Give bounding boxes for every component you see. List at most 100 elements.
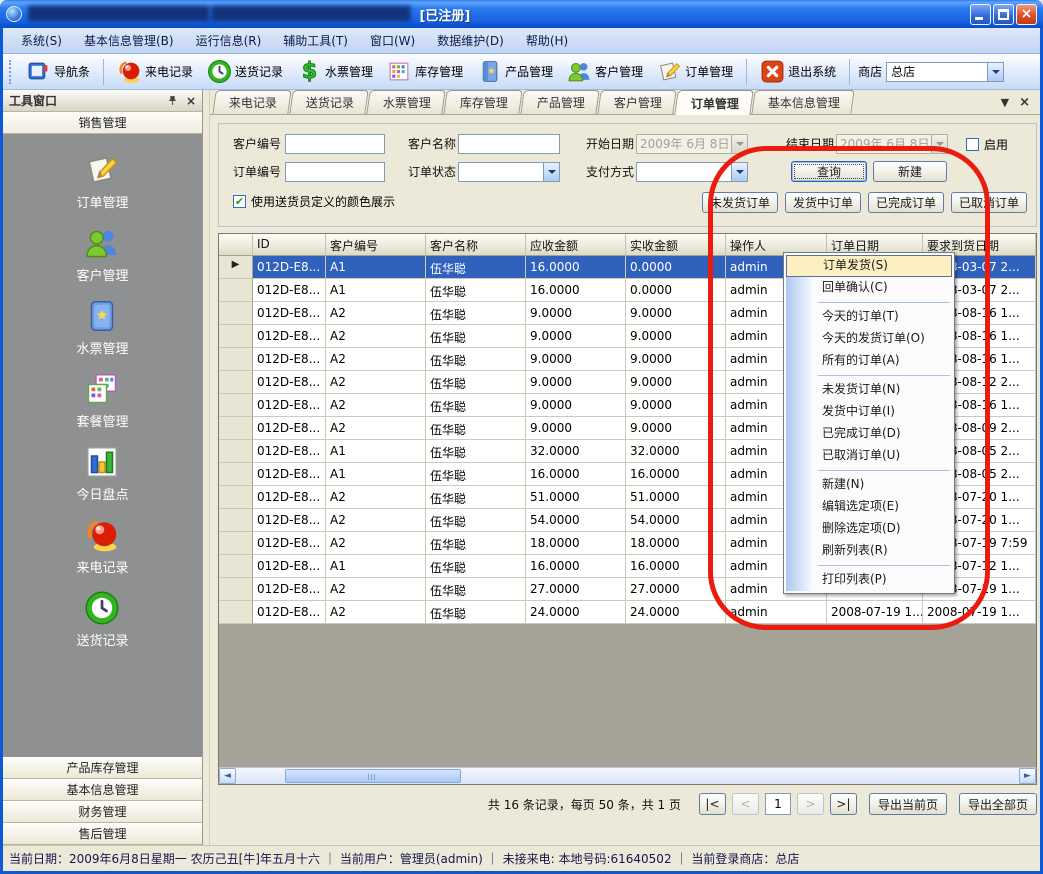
row-selector[interactable] (219, 302, 253, 325)
toolbar-grip[interactable] (9, 60, 13, 84)
export-current-page-button[interactable]: 导出当前页 (869, 793, 947, 815)
row-selector[interactable] (219, 371, 253, 394)
table-row[interactable]: 012D-E8... A2 伍华聪 24.0000 24.0000 admin … (219, 601, 1036, 624)
context-menu-item[interactable]: 已完成订单(D) (786, 423, 952, 445)
delivery-color-checkbox[interactable]: ✔ 使用送货员定义的颜色展示 (233, 192, 395, 210)
tab[interactable]: 产品管理 (520, 90, 599, 114)
sidebar-item-water-ticket[interactable]: 水票管理 (76, 298, 128, 357)
first-page-button[interactable]: |< (699, 793, 726, 815)
status-filter-button[interactable]: 未发货订单 (702, 192, 778, 213)
context-menu-item[interactable]: 编辑选定项(E) (786, 496, 952, 518)
tab[interactable]: 库存管理 (443, 90, 522, 114)
tab[interactable]: 送货记录 (289, 90, 368, 114)
context-menu-item[interactable]: 订单发货(S) (786, 255, 952, 277)
pay-method-select[interactable] (636, 162, 748, 182)
toolbar-customer-button[interactable]: 客户管理 (562, 57, 648, 86)
row-selector[interactable] (219, 532, 253, 555)
query-button[interactable]: 查询 (791, 161, 867, 182)
context-menu-item[interactable]: 打印列表(P) (786, 569, 952, 591)
context-menu-item[interactable]: 已取消订单(U) (786, 445, 952, 467)
context-menu-item[interactable]: 回单确认(C) (786, 277, 952, 299)
context-menu-item[interactable]: 今天的订单(T) (786, 306, 952, 328)
context-menu-item[interactable] (818, 470, 950, 471)
page-number-input[interactable]: 1 (765, 793, 791, 815)
next-page-button[interactable]: > (797, 793, 824, 815)
column-header[interactable]: 客户名称 (426, 234, 526, 256)
context-menu-item[interactable]: 刷新列表(R) (786, 540, 952, 562)
menu-item[interactable]: 窗口(W) (360, 29, 425, 52)
toolbar-product-button[interactable]: 产品管理 (472, 57, 558, 86)
last-page-button[interactable]: >| (830, 793, 857, 815)
row-selector[interactable] (219, 486, 253, 509)
customer-name-input[interactable] (458, 134, 560, 154)
scroll-right-icon[interactable]: ► (1019, 768, 1036, 784)
checkbox-box[interactable] (966, 138, 979, 151)
row-selector[interactable] (219, 417, 253, 440)
toolbar-water-ticket-button[interactable]: $ 水票管理 (292, 57, 378, 86)
column-header[interactable]: 应收金额 (526, 234, 626, 256)
row-selector[interactable] (219, 601, 253, 624)
column-header[interactable]: ID (253, 234, 326, 256)
menu-item[interactable]: 基本信息管理(B) (74, 29, 184, 52)
menu-item[interactable]: 运行信息(R) (186, 29, 272, 52)
sidebar-item-daily-check[interactable]: 今日盘点 (76, 444, 128, 503)
context-menu-item[interactable]: 所有的订单(A) (786, 350, 952, 372)
menu-item[interactable]: 帮助(H) (516, 29, 578, 52)
row-selector[interactable] (219, 440, 253, 463)
status-filter-button[interactable]: 已完成订单 (868, 192, 944, 213)
toolbar-delivery-record-button[interactable]: 送货记录 (202, 57, 288, 86)
sidebar-splitter[interactable] (203, 90, 210, 845)
context-menu-item[interactable] (818, 302, 950, 303)
toolbar-order-button[interactable]: 订单管理 (652, 57, 738, 86)
toolbar-call-record-button[interactable]: 来电记录 (112, 57, 198, 86)
menu-item[interactable]: 系统(S) (11, 29, 72, 52)
sidebar-section[interactable]: 财务管理 (3, 801, 202, 823)
horizontal-scrollbar[interactable]: ◄ ► (219, 767, 1036, 784)
row-selector[interactable] (219, 509, 253, 532)
close-button[interactable]: × (1016, 4, 1037, 25)
row-selector[interactable] (219, 279, 253, 302)
tab[interactable]: 水票管理 (366, 90, 445, 114)
minimize-button[interactable] (970, 4, 991, 25)
column-header[interactable]: 实收金额 (626, 234, 726, 256)
row-selector[interactable] (219, 463, 253, 486)
checkbox-check-icon[interactable]: ✔ (233, 195, 246, 208)
order-status-select[interactable] (458, 162, 560, 182)
scrollbar-thumb[interactable] (285, 769, 461, 783)
status-filter-button[interactable]: 已取消订单 (951, 192, 1027, 213)
sidebar-item-order[interactable]: 订单管理 (76, 152, 128, 211)
order-code-input[interactable] (285, 162, 385, 182)
column-header[interactable] (219, 234, 253, 256)
sidebar-item-combo[interactable]: 套餐管理 (76, 371, 128, 430)
menu-item[interactable]: 数据维护(D) (427, 29, 514, 52)
row-selector[interactable] (219, 325, 253, 348)
tab[interactable]: 客户管理 (597, 90, 676, 114)
prev-page-button[interactable]: < (732, 793, 759, 815)
context-menu-item[interactable]: 删除选定项(D) (786, 518, 952, 540)
context-menu-item[interactable]: 新建(N) (786, 474, 952, 496)
sidebar-item-customer[interactable]: 客户管理 (76, 225, 128, 284)
toolbar-nav-button[interactable]: 导航条 (21, 57, 95, 86)
toolbar-exit-button[interactable]: 退出系统 (755, 57, 841, 86)
customer-code-input[interactable] (285, 134, 385, 154)
sidebar-item-call-record[interactable]: 来电记录 (76, 517, 128, 576)
context-menu-item[interactable]: 未发货订单(N) (786, 379, 952, 401)
start-date-picker[interactable]: 2009年 6月 8日 (636, 134, 748, 154)
menu-item[interactable]: 辅助工具(T) (273, 29, 358, 52)
chevron-down-icon[interactable] (543, 163, 559, 181)
tab[interactable]: 基本信息管理 (751, 90, 854, 114)
sidebar-item-delivery-record[interactable]: 送货记录 (76, 590, 128, 649)
row-selector[interactable] (219, 555, 253, 578)
sidebar-section[interactable]: 产品库存管理 (3, 757, 202, 779)
sidebar-section-sales[interactable]: 销售管理 (3, 112, 202, 134)
new-button[interactable]: 新建 (873, 161, 947, 182)
sidebar-section[interactable]: 售后管理 (3, 823, 202, 845)
context-menu-item[interactable] (818, 565, 950, 566)
tab-close-icon[interactable]: × (1019, 95, 1030, 110)
status-filter-button[interactable]: 发货中订单 (785, 192, 861, 213)
sidebar-close-icon[interactable]: × (186, 94, 196, 108)
context-menu-item[interactable] (818, 375, 950, 376)
context-menu-item[interactable]: 发货中订单(I) (786, 401, 952, 423)
tab[interactable]: 订单管理 (674, 90, 754, 115)
context-menu-item[interactable]: 今天的发货订单(O) (786, 328, 952, 350)
